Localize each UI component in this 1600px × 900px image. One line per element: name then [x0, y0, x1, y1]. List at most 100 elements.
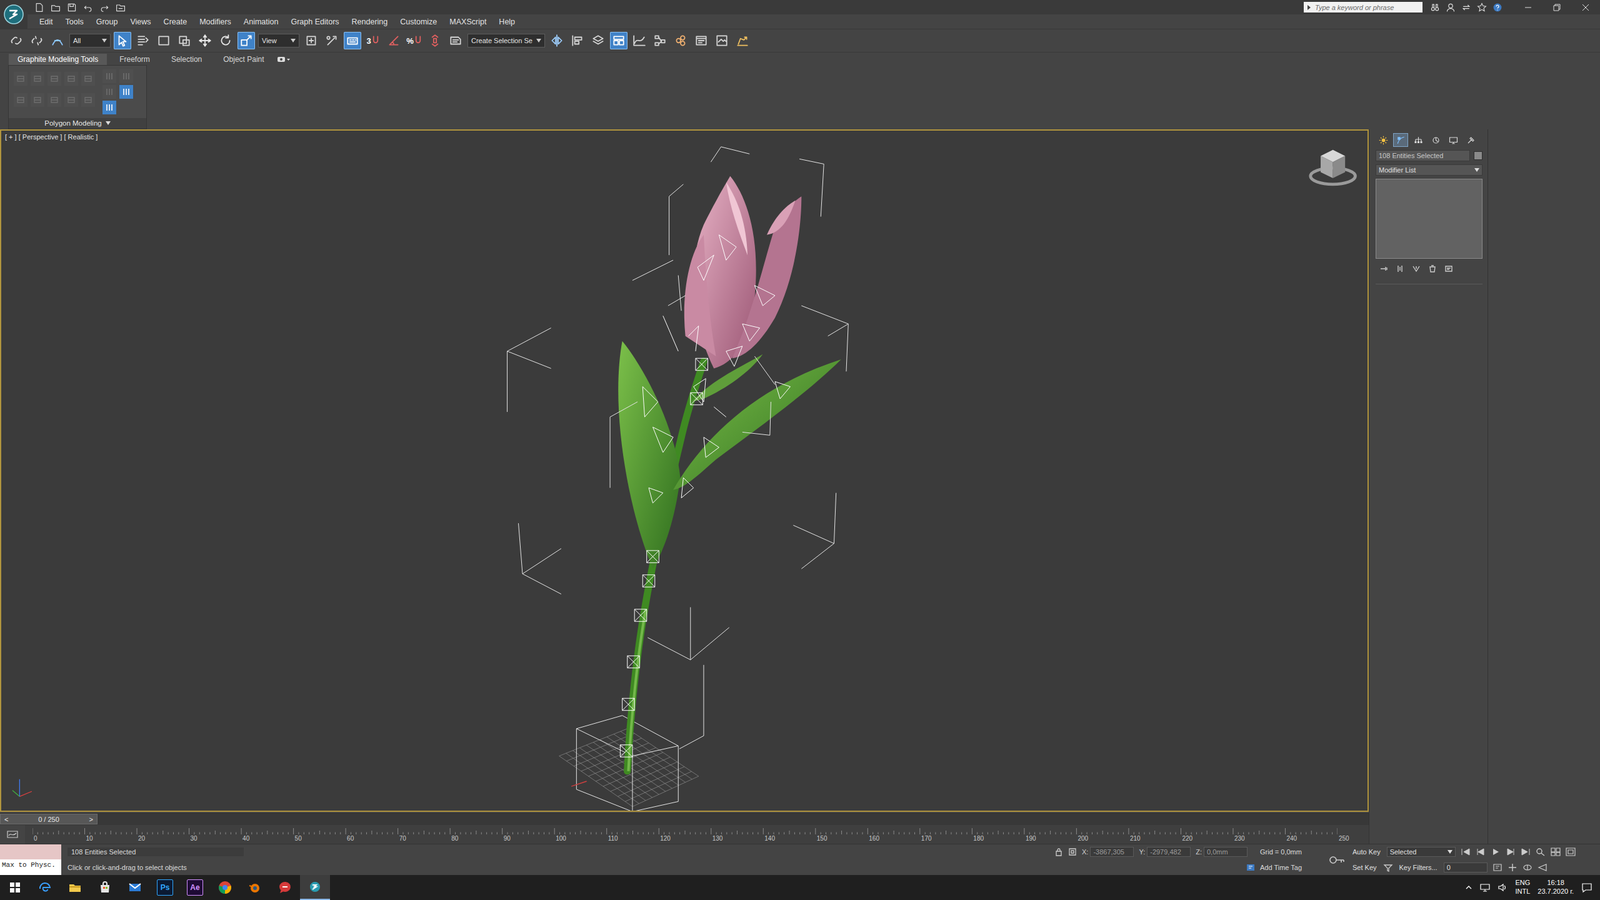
ribbon-options-icon[interactable] — [276, 55, 291, 64]
help-icon[interactable] — [1492, 2, 1503, 13]
display-tab[interactable] — [1445, 133, 1461, 147]
application-button[interactable] — [0, 0, 28, 29]
account-icon[interactable] — [1445, 2, 1456, 13]
toolbar-button[interactable] — [343, 31, 362, 50]
listener-output[interactable] — [0, 844, 62, 860]
viewport-scene[interactable] — [1, 130, 1368, 811]
create-tab[interactable] — [1375, 133, 1391, 147]
ribbon-tab[interactable]: Freeform — [110, 53, 159, 65]
toolbar-button[interactable] — [28, 31, 46, 50]
curve-editor-toggle[interactable] — [0, 825, 25, 844]
go-to-end-icon[interactable] — [1520, 847, 1531, 857]
menu-item[interactable]: Group — [90, 16, 124, 28]
coordinate-field[interactable]: Z:0,0mm — [1195, 846, 1248, 857]
star-icon[interactable] — [1476, 2, 1487, 13]
store-taskbar-button[interactable] — [90, 875, 120, 900]
object-name-field[interactable]: 108 Entities Selected — [1375, 150, 1470, 162]
key-filter-icon[interactable] — [1383, 863, 1394, 872]
zoom-all-icon[interactable] — [1550, 847, 1561, 857]
configure-sets-icon[interactable] — [1444, 264, 1454, 274]
aftereffects-taskbar-button[interactable]: Ae — [180, 875, 210, 900]
time-tag-icon[interactable] — [1246, 863, 1255, 872]
blender-taskbar-button[interactable] — [240, 875, 270, 900]
ribbon-tool[interactable] — [13, 71, 28, 86]
ribbon-tool[interactable] — [47, 93, 62, 107]
ribbon-tool[interactable] — [119, 85, 134, 99]
time-slider-thumb[interactable]: <0 / 250> — [0, 813, 98, 825]
toolbar-button[interactable] — [733, 31, 752, 50]
maxscript-listener[interactable]: Max to Physc. — [0, 844, 62, 875]
menu-item[interactable]: Edit — [33, 16, 59, 28]
field-of-view-icon[interactable] — [1537, 863, 1548, 872]
ribbon-tab[interactable]: Object Paint — [214, 53, 273, 65]
toolbar-button[interactable] — [651, 31, 669, 50]
chrome-taskbar-button[interactable] — [210, 875, 240, 900]
previous-frame-button[interactable]: < — [4, 815, 9, 824]
quick-access-button[interactable] — [32, 1, 47, 14]
ribbon-tool[interactable] — [47, 71, 62, 86]
object-color-swatch[interactable] — [1473, 151, 1483, 160]
toolbar-button[interactable]: 3 — [364, 31, 382, 50]
menu-item[interactable]: Modifiers — [193, 16, 237, 28]
toolbar-button[interactable] — [7, 31, 25, 50]
toolbar-button[interactable] — [385, 31, 403, 50]
toolbar-button[interactable] — [610, 31, 628, 50]
menu-item[interactable]: Customize — [394, 16, 443, 28]
menu-item[interactable]: Create — [158, 16, 194, 28]
minimize-button[interactable] — [1513, 0, 1543, 15]
ribbon-tool[interactable] — [119, 69, 134, 84]
play-icon[interactable] — [1490, 847, 1501, 857]
close-button[interactable] — [1571, 0, 1600, 15]
ribbon-tool[interactable] — [64, 71, 79, 86]
remove-modifier-icon[interactable] — [1428, 264, 1437, 274]
binoculars-icon[interactable] — [1430, 2, 1440, 13]
photoshop-taskbar-button[interactable]: Ps — [150, 875, 180, 900]
viewcube[interactable] — [1310, 150, 1356, 185]
zoom-icon[interactable] — [1535, 847, 1546, 857]
toolbar-button[interactable] — [237, 31, 255, 50]
ribbon-tool[interactable] — [102, 69, 117, 84]
pin-stack-icon[interactable] — [1379, 264, 1389, 274]
ribbon-tool[interactable] — [30, 93, 45, 107]
chat-taskbar-button[interactable] — [270, 875, 300, 900]
toolbar-button[interactable] — [48, 31, 67, 50]
motion-tab[interactable] — [1428, 133, 1444, 147]
key-filters-button[interactable]: Key Filters... — [1398, 863, 1439, 872]
set-key-button[interactable] — [1322, 844, 1352, 875]
toolbar-dropdown[interactable]: Create Selection Se — [467, 33, 545, 48]
toolbar-button[interactable]: % — [405, 31, 424, 50]
pan-icon[interactable] — [1507, 863, 1518, 872]
ribbon-tool[interactable] — [64, 93, 79, 107]
network-icon[interactable] — [1480, 883, 1490, 892]
mail-taskbar-button[interactable] — [120, 875, 150, 900]
utilities-tab[interactable] — [1463, 133, 1479, 147]
quick-access-button[interactable] — [65, 1, 79, 14]
modifier-list-dropdown[interactable]: Modifier List — [1375, 164, 1483, 176]
menu-item[interactable]: Tools — [60, 16, 90, 28]
toolbar-button[interactable] — [446, 31, 465, 50]
toolbar-button[interactable] — [216, 31, 235, 50]
flower-model[interactable] — [618, 176, 842, 772]
toolbar-button[interactable] — [113, 31, 132, 50]
menu-item[interactable]: Help — [493, 16, 521, 28]
current-frame-field[interactable]: 0 — [1443, 862, 1488, 873]
coordinate-field[interactable]: Y:-2979,482 — [1138, 846, 1191, 857]
quick-access-button[interactable] — [97, 1, 112, 14]
absolute-mode-icon[interactable] — [1068, 847, 1077, 857]
toolbar-button[interactable] — [692, 31, 710, 50]
ribbon-tab[interactable]: Graphite Modeling Tools — [8, 53, 107, 65]
max-taskbar-button[interactable] — [300, 875, 330, 900]
edge-taskbar-button[interactable] — [30, 875, 60, 900]
toolbar-button[interactable] — [155, 31, 173, 50]
ribbon-tool[interactable] — [102, 100, 117, 115]
notifications-icon[interactable] — [1581, 881, 1593, 894]
restore-button[interactable] — [1542, 0, 1572, 15]
show-end-result-icon[interactable] — [1395, 264, 1405, 274]
go-to-start-icon[interactable] — [1460, 847, 1471, 857]
track-ruler[interactable]: 0102030405060708090100110120130140150160… — [25, 825, 1369, 844]
make-unique-icon[interactable] — [1411, 264, 1421, 274]
toolbar-button[interactable] — [302, 31, 320, 50]
toolbar-button[interactable] — [671, 31, 690, 50]
menu-item[interactable]: Animation — [238, 16, 285, 28]
start-button[interactable] — [0, 875, 30, 900]
